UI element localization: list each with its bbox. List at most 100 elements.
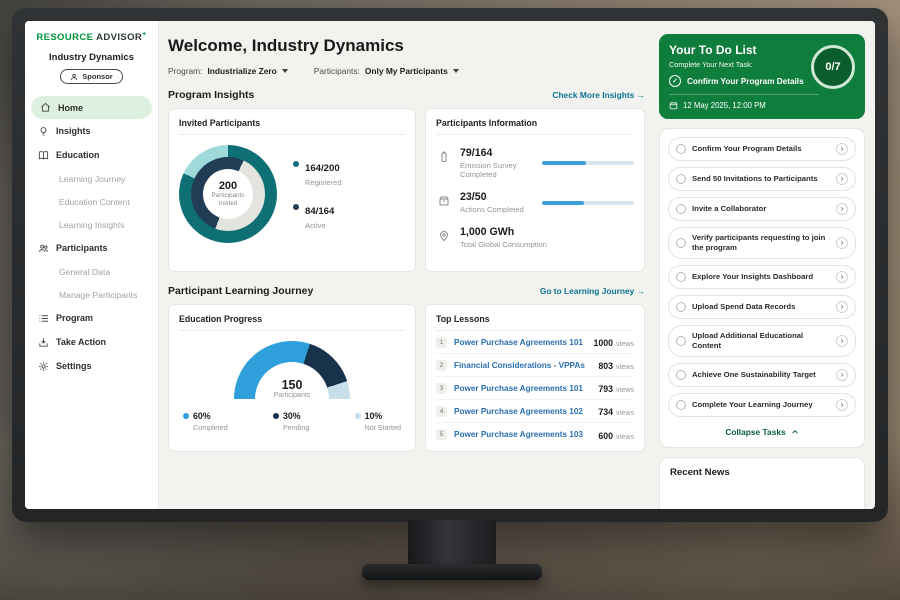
task-row-7[interactable]: Upload Additional Educational Content › [668,325,856,357]
go-to-learning-journey-link[interactable]: Go to Learning Journey → [540,286,645,296]
sidebar-item-program[interactable]: Program [25,306,158,330]
top-lessons-card: Top Lessons 1 Power Purchase Agreements … [425,304,645,452]
sidebar-item-education-content[interactable]: Education Content [25,190,158,213]
monitor-bezel: RESOURCE ADVISOR+ Industry Dynamics Spon… [12,8,888,522]
chevron-right-icon[interactable]: › [836,399,848,411]
metric-actions-completed: 23/50Actions Completed [436,191,634,214]
lesson-link[interactable]: Power Purchase Agreements 102 [454,407,591,416]
participants-label: Participants: [314,66,360,76]
dashboard-screen: RESOURCE ADVISOR+ Industry Dynamics Spon… [25,21,875,509]
task-row-1[interactable]: Confirm Your Program Details › [668,137,856,161]
lesson-rank: 5 [436,429,447,440]
next-task-label: Confirm Your Program Details [687,77,804,86]
lesson-row-5[interactable]: 5 Power Purchase Agreements 103 600views [436,423,634,446]
sidebar-item-participants[interactable]: Participants [25,236,158,260]
task-row-8[interactable]: Achieve One Sustainability Target › [668,363,856,387]
task-row-5[interactable]: Explore Your Insights Dashboard › [668,265,856,289]
sidebar-item-label: Take Action [56,337,106,347]
checkbox[interactable] [676,238,686,248]
list-icon [38,313,49,324]
sidebar-item-take-action[interactable]: Take Action [25,330,158,354]
checkbox[interactable] [676,272,686,282]
lesson-row-4[interactable]: 4 Power Purchase Agreements 102 734views [436,400,634,423]
chevron-right-icon[interactable]: › [836,203,848,215]
arrow-right-icon: → [637,90,645,100]
task-row-6[interactable]: Upload Spend Data Records › [668,295,856,319]
task-row-3[interactable]: Invite a Collaborator › [668,197,856,221]
due-date-label: 12 May 2025, 12:00 PM [683,101,766,110]
chevron-right-icon[interactable]: › [836,237,848,249]
section-title: Program Insights [168,89,254,101]
check-more-insights-link[interactable]: Check More Insights → [552,90,645,100]
checkbox[interactable] [676,174,686,184]
chevron-right-icon[interactable]: › [836,301,848,313]
next-task-row[interactable]: ✓ Confirm Your Program Details [669,75,809,87]
task-row-9[interactable]: Complete Your Learning Journey › [668,393,856,417]
participants-dropdown[interactable]: Participants: Only My Participants [314,66,459,76]
checkbox[interactable] [676,400,686,410]
sidebar-item-manage-participants[interactable]: Manage Participants [25,283,158,306]
chevron-up-icon [791,428,799,436]
actions-icon [436,193,452,209]
sidebar-item-general-data[interactable]: General Data [25,260,158,283]
program-dropdown[interactable]: Program: Industrialize Zero [168,66,288,76]
checkbox[interactable] [676,302,686,312]
lesson-rank: 3 [436,383,447,394]
task-label: Invite a Collaborator [692,204,830,214]
sidebar-item-insights[interactable]: Insights [25,119,158,143]
lesson-link[interactable]: Power Purchase Agreements 101 [454,384,591,393]
chevron-right-icon[interactable]: › [836,143,848,155]
learning-cards-row: Education Progress 150 Participants 60% … [168,304,645,452]
sidebar-item-learning-insights[interactable]: Learning Insights [25,213,158,236]
checkbox[interactable] [676,370,686,380]
home-icon [40,102,51,113]
gauge-legend: 60% Completed 30% Pending 10% Not Starte… [179,411,405,432]
sidebar-item-learning-journey[interactable]: Learning Journey [25,167,158,190]
book-icon [38,150,49,161]
checkbox[interactable] [676,204,686,214]
task-row-4[interactable]: Verify participants requesting to join t… [668,227,856,259]
lesson-row-1[interactable]: 1 Power Purchase Agreements 101 1000view… [436,331,634,354]
sidebar-item-settings[interactable]: Settings [25,354,158,378]
collapse-tasks-link[interactable]: Collapse Tasks [668,423,856,439]
todo-panel: Your To Do List 0/7 Complete Your Next T… [653,21,875,509]
invited-donut-chart: 200 Participants Invited [179,145,277,243]
monitor-stand-base [362,564,542,580]
bulb-icon [38,126,49,137]
lesson-row-2[interactable]: 2 Financial Considerations - VPPAs 803vi… [436,354,634,377]
sponsor-badge[interactable]: Sponsor [60,69,122,84]
insights-cards-row: Invited Participants 200 Participants In… [168,108,645,272]
sidebar-item-label: Home [58,103,83,113]
checkbox[interactable] [676,336,686,346]
chevron-down-icon [282,69,288,73]
sidebar-item-label: Education [56,150,100,160]
logo-advisor: ADVISOR+ [96,32,147,43]
task-row-2[interactable]: Send 50 Invitations to Participants › [668,167,856,191]
chevron-right-icon[interactable]: › [836,335,848,347]
chevron-right-icon[interactable]: › [836,369,848,381]
legend-item-not-started: 10% Not Started [355,411,401,432]
sidebar-nav: Home Insights Education Learning Journey… [25,96,158,378]
legend-dot [355,413,361,419]
lesson-link[interactable]: Power Purchase Agreements 103 [454,430,591,439]
program-value: Industrialize Zero [207,66,276,76]
card-title: Top Lessons [436,314,634,331]
recent-news-title: Recent News [670,467,854,478]
checkbox[interactable] [676,144,686,154]
chevron-right-icon[interactable]: › [836,173,848,185]
sidebar-item-education[interactable]: Education [25,143,158,167]
program-label: Program: [168,66,202,76]
filter-bar: Program: Industrialize Zero Participants… [168,66,645,76]
education-gauge-chart: 150 Participants [234,341,350,399]
legend-dot [293,204,299,210]
lesson-row-3[interactable]: 3 Power Purchase Agreements 101 793views [436,377,634,400]
lesson-link[interactable]: Power Purchase Agreements 101 [454,338,586,347]
chevron-right-icon[interactable]: › [836,271,848,283]
gear-icon [38,361,49,372]
sidebar-item-home[interactable]: Home [31,96,152,119]
legend-item-pending: 30% Pending [273,411,309,432]
card-title: Participants Information [436,118,634,135]
lesson-link[interactable]: Financial Considerations - VPPAs [454,361,591,370]
org-name: Industry Dynamics [25,52,158,63]
task-list-card: Confirm Your Program Details › Send 50 I… [659,128,865,448]
